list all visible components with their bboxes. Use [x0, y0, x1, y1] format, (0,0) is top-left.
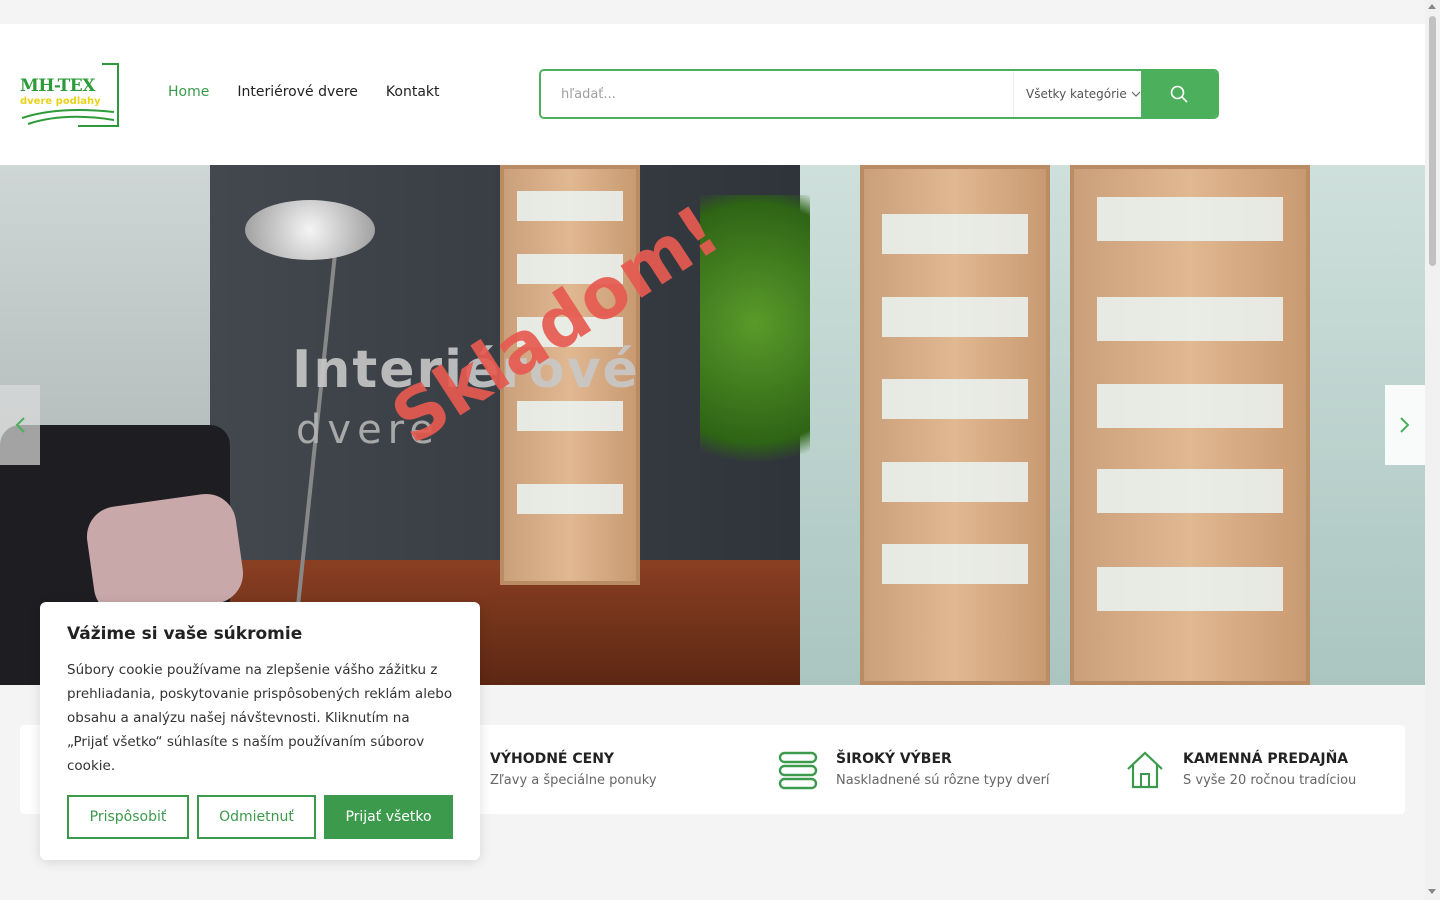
scroll-down-icon[interactable] [1428, 889, 1436, 894]
cookie-actions: Prispôsobiť Odmietnuť Prijať všetko [67, 795, 453, 839]
nav-contact[interactable]: Kontakt [386, 84, 440, 100]
search-input[interactable] [541, 71, 1013, 117]
feature-desc: S vyše 20 ročnou tradíciou [1183, 773, 1357, 788]
door-image [860, 165, 1050, 685]
chevron-down-icon [1131, 91, 1141, 97]
cookie-title: Vážime si vaše súkromie [67, 624, 303, 644]
main-nav: Home Interiérové dvere Kontakt [168, 84, 440, 100]
chevron-left-icon [15, 417, 25, 433]
top-strip [0, 0, 1425, 24]
door-image [1070, 165, 1310, 685]
feature-store: KAMENNÁ PREDAJŇA S vyše 20 ročnou tradíc… [1125, 725, 1356, 814]
scroll-up-icon[interactable] [1428, 4, 1436, 9]
feature-selection: ŠIROKÝ VÝBER Naskladnené sú rôzne typy d… [778, 725, 1050, 814]
scrollbar-thumb[interactable] [1429, 16, 1436, 266]
feature-title: KAMENNÁ PREDAJŇA [1183, 751, 1349, 767]
search-icon [1170, 85, 1188, 103]
site-header: MH-TEX dvere podlahy Home Interiérové dv… [0, 24, 1425, 165]
feature-desc: Zľavy a špeciálne ponuky [490, 773, 657, 788]
chevron-right-icon [1400, 417, 1410, 433]
accept-all-button[interactable]: Prijať všetko [324, 795, 453, 839]
feature-title: ŠIROKÝ VÝBER [836, 751, 952, 767]
search-bar: Všetky kategórie [539, 69, 1219, 119]
logo[interactable]: MH-TEX dvere podlahy [18, 62, 122, 128]
cookie-banner: Vážime si vaše súkromie Súbory cookie po… [40, 602, 480, 860]
home-icon [1127, 750, 1163, 788]
slider-next-button[interactable] [1385, 385, 1425, 465]
nav-home[interactable]: Home [168, 84, 209, 100]
nav-interior-doors[interactable]: Interiérové dvere [237, 84, 358, 100]
category-select[interactable]: Všetky kategórie [1013, 71, 1141, 117]
feature-desc: Naskladnené sú rôzne typy dverí [836, 773, 1050, 788]
reject-button[interactable]: Odmietnuť [197, 795, 316, 839]
feature-title: VÝHODNÉ CENY [490, 751, 615, 767]
logo-title: MH-TEX [20, 76, 95, 96]
cookie-text: Súbory cookie používame na zlepšenie váš… [67, 662, 453, 774]
stack-icon [778, 751, 818, 789]
scrollbar[interactable] [1425, 0, 1440, 900]
customize-button[interactable]: Prispôsobiť [67, 795, 189, 839]
search-button[interactable] [1141, 71, 1217, 117]
feature-prices: VÝHODNÉ CENY Zľavy a špeciálne ponuky [490, 725, 657, 814]
slider-prev-button[interactable] [0, 385, 40, 465]
category-select-label: Všetky kategórie [1026, 87, 1127, 101]
logo-subtitle: dvere podlahy [20, 96, 101, 107]
